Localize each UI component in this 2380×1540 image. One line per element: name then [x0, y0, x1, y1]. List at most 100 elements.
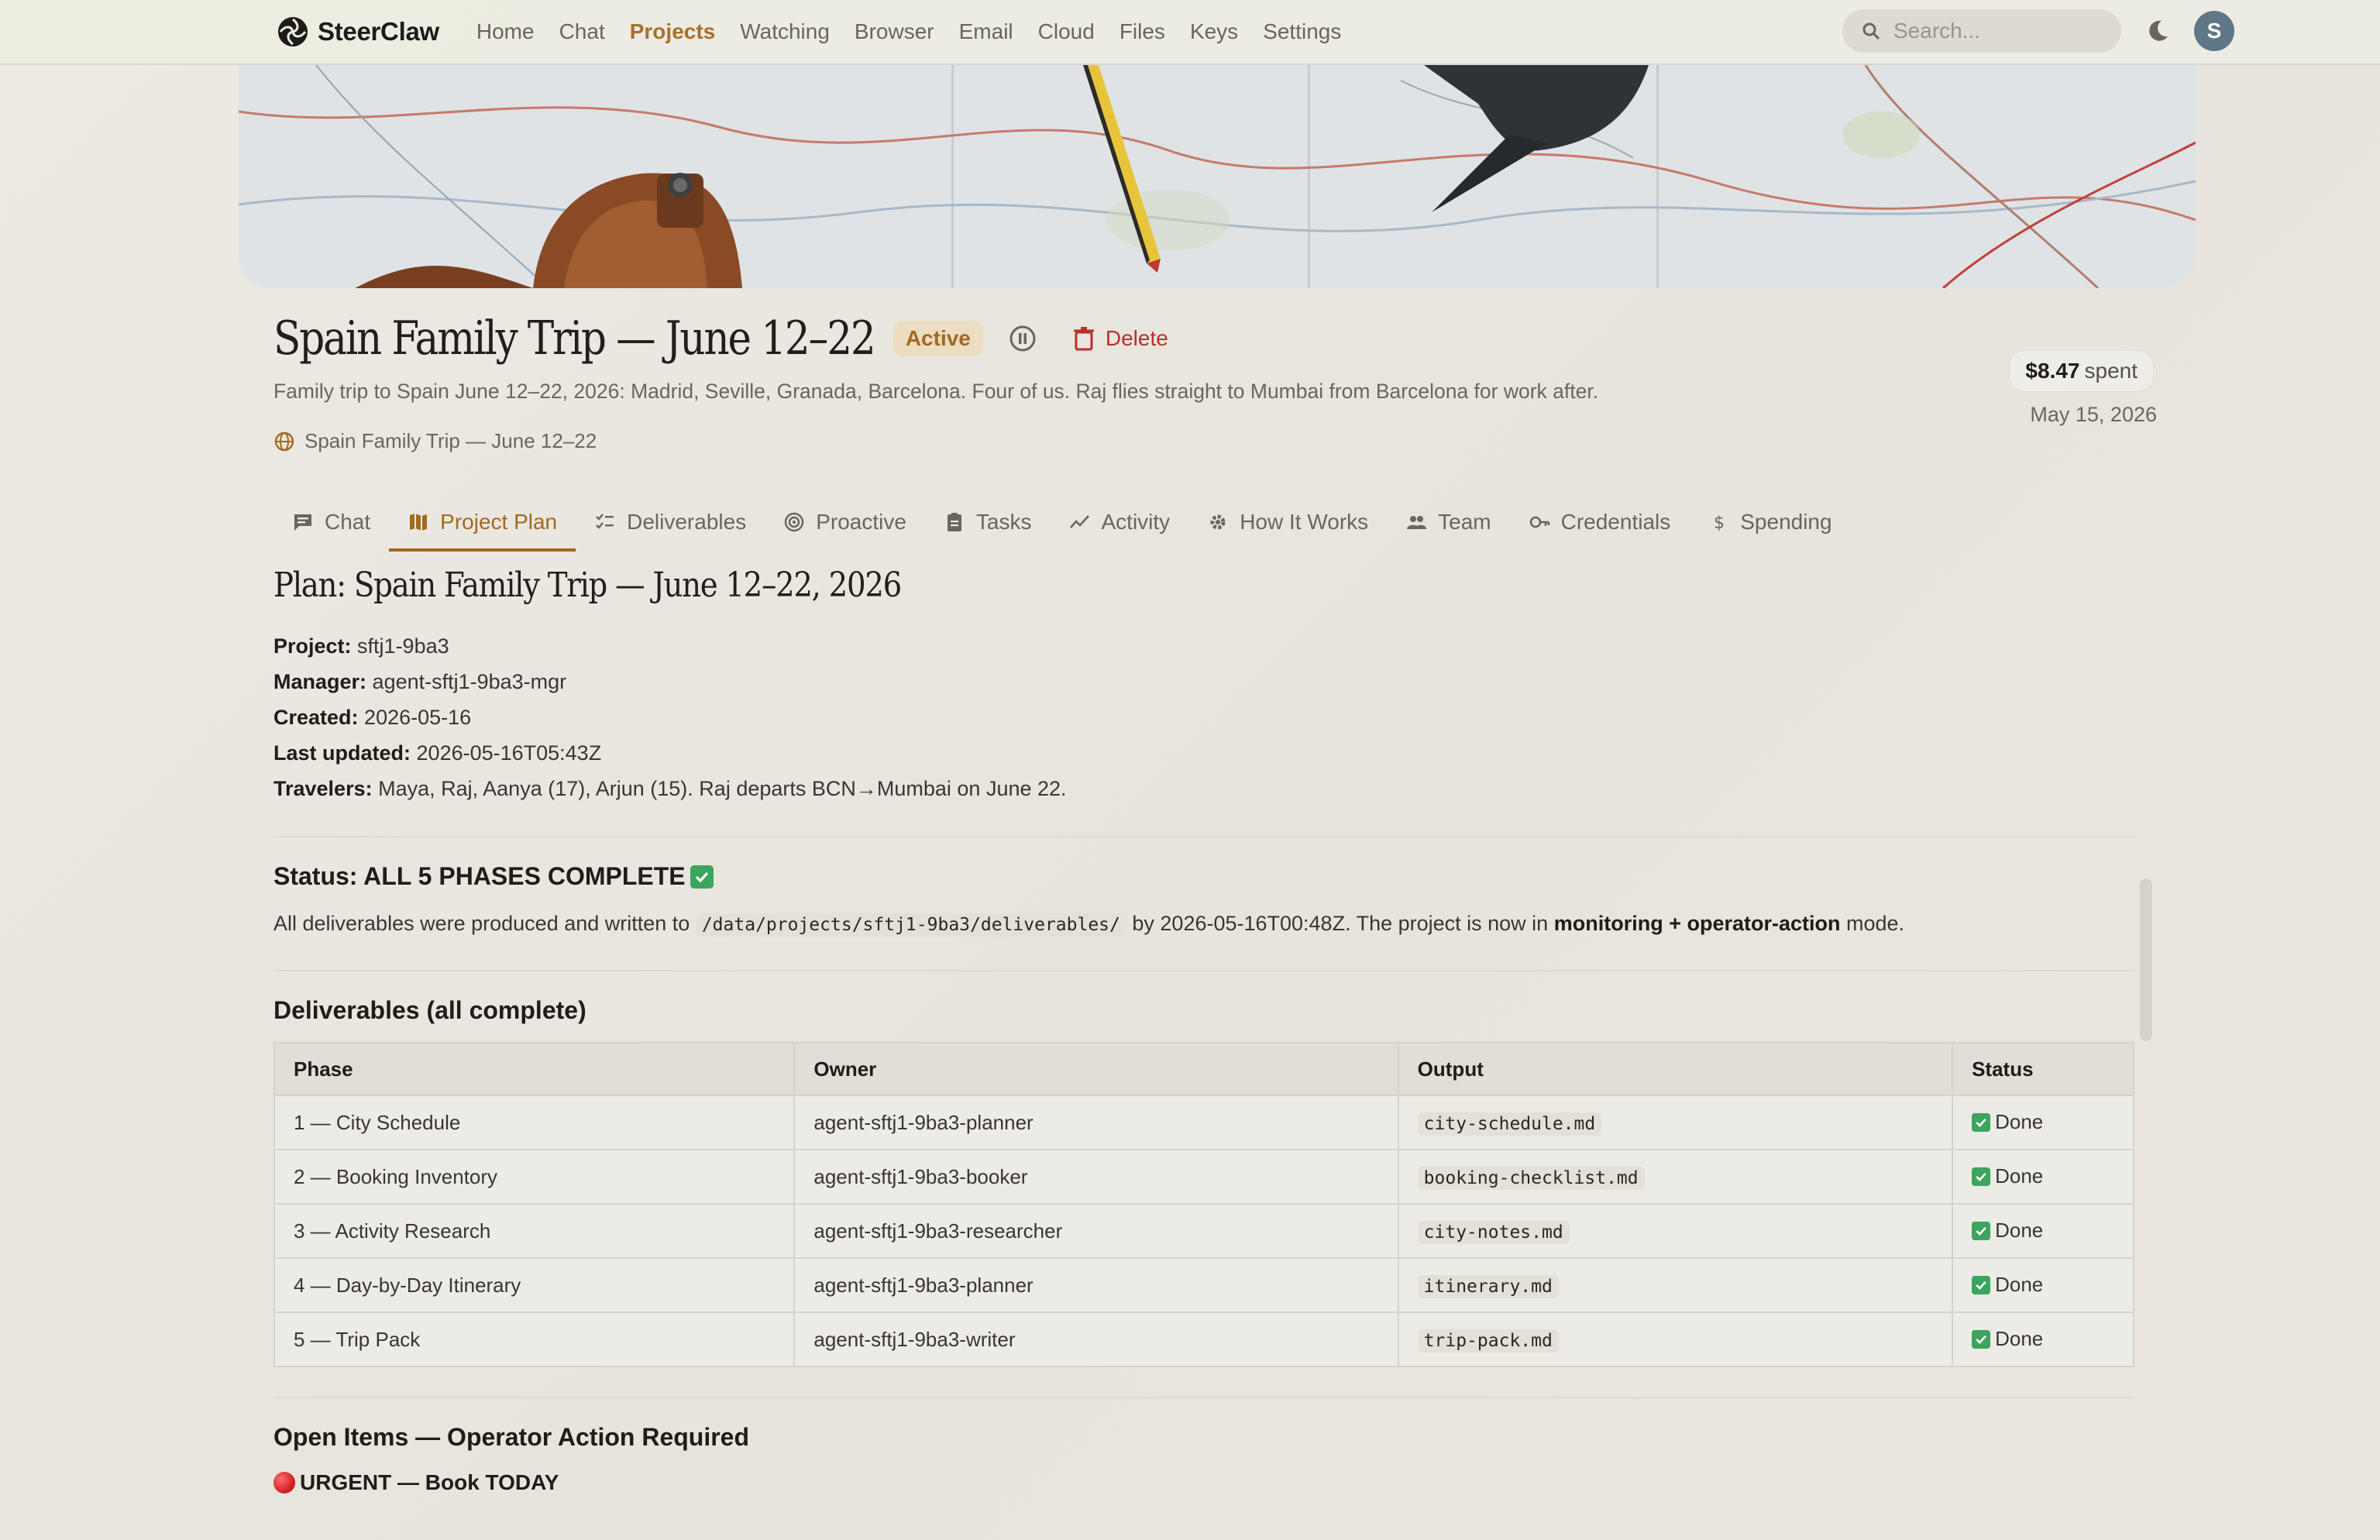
meta-line: Project: sftj1-9ba3 [273, 628, 2134, 664]
proactive-icon [785, 512, 804, 532]
status-paragraph: All deliverables were produced and writt… [273, 908, 2134, 940]
credentials-icon [1529, 516, 1549, 528]
pause-icon[interactable] [1008, 324, 1037, 353]
status-text: Done [1995, 1273, 2044, 1297]
status-badge: Active [892, 321, 983, 356]
tab-credentials[interactable]: Credentials [1510, 500, 1690, 552]
project-plan-icon [410, 514, 428, 531]
status-heading: Status: ALL 5 PHASES COMPLETE [273, 862, 2134, 891]
tab-label: How It Works [1240, 510, 1369, 534]
output-cell: city-schedule.md [1397, 1095, 1954, 1150]
deliverables-icon [596, 514, 614, 529]
project-header: Spain Family Trip — June 12–22 Active De… [273, 311, 1168, 366]
nav-links: Home Chat Projects Watching Browser Email Clou… [476, 19, 1341, 44]
nav-link-watching[interactable]: Watching [740, 19, 830, 44]
status-text: Done [1995, 1327, 2044, 1351]
table-row: 2 — Booking Inventory agent-sftj1-9ba3-bo… [273, 1149, 2134, 1205]
column-header: Status [1952, 1042, 2134, 1096]
plan-meta: Project: sftj1-9ba3 Manager: agent-sftj1-… [273, 628, 2134, 806]
top-navigation: SteerClaw Home Chat Projects Watching Browse… [0, 0, 2380, 65]
nav-link-browser[interactable]: Browser [855, 19, 934, 44]
status-text-3: mode. [1846, 912, 1905, 935]
meta-value: 2026-05-16T05:43Z [416, 741, 602, 765]
status-text: Done [1995, 1219, 2044, 1243]
meta-value: 2026-05-16 [364, 706, 472, 729]
tab-deliverables[interactable]: Deliverables [576, 500, 765, 552]
meta-key: Travelers: [273, 777, 373, 800]
red-circle-icon [273, 1472, 295, 1494]
nav-link-home[interactable]: Home [476, 19, 535, 44]
owner-cell: agent-sftj1-9ba3-writer [793, 1311, 1399, 1367]
nav-link-files[interactable]: Files [1119, 19, 1165, 44]
tab-activity[interactable]: Activity [1051, 500, 1189, 552]
tab-label: Team [1438, 510, 1491, 534]
plan-title: Plan: Spain Family Trip — June 12–22, 20… [273, 565, 902, 605]
map-illustration [239, 65, 2196, 288]
tab-how-it-works[interactable]: How It Works [1188, 500, 1387, 552]
brand-name: SteerClaw [318, 17, 439, 46]
meta-line: Created: 2026-05-16 [273, 700, 2134, 735]
avatar[interactable]: S [2194, 11, 2234, 51]
checkmark-icon [1972, 1221, 1991, 1240]
table-body: 1 — City Schedule agent-sftj1-9ba3-planne… [273, 1095, 2134, 1367]
hero-banner-image [239, 65, 2196, 288]
tab-label: Tasks [975, 510, 1032, 534]
column-header: Output [1397, 1042, 1954, 1096]
nav-link-settings[interactable]: Settings [1263, 19, 1341, 44]
tab-label: Spending [1740, 510, 1832, 534]
tab-label: Proactive [816, 510, 906, 534]
tab-spending[interactable]: $ Spending [1689, 500, 1850, 552]
tab-label: Project Plan [440, 510, 558, 534]
phase-cell: 4 — Day-by-Day Itinerary [273, 1257, 796, 1313]
divider [273, 836, 2134, 837]
tab-chat[interactable]: Chat [273, 500, 389, 552]
tab-bar: Chat Project Plan Deliverables Proactive Tas… [273, 500, 1851, 552]
status-value: Done [1972, 1327, 2043, 1351]
project-link[interactable]: Spain Family Trip — June 12–22 [273, 429, 597, 453]
activity-icon [1069, 515, 1089, 528]
meta-value: sftj1-9ba3 [357, 634, 449, 658]
status-text-2: by 2026-05-16T00:48Z. The project is now… [1132, 912, 1549, 935]
status-cell: Done [1952, 1095, 2134, 1150]
search-icon [1862, 22, 1880, 40]
status-text: Done [1995, 1110, 2044, 1134]
divider [273, 970, 2134, 971]
tab-proactive[interactable]: Proactive [765, 500, 925, 552]
scrollbar[interactable] [2140, 878, 2152, 1041]
tab-label: Activity [1101, 510, 1171, 534]
nav-link-chat[interactable]: Chat [559, 19, 605, 44]
status-heading-text: Status: ALL 5 PHASES COMPLETE [273, 862, 686, 890]
column-header: Phase [273, 1042, 796, 1096]
nav-link-keys[interactable]: Keys [1190, 19, 1238, 44]
output-filename: city-notes.md [1417, 1220, 1570, 1244]
globe-icon [274, 431, 294, 451]
status-value: Done [1972, 1110, 2043, 1134]
delete-button[interactable]: Delete [1073, 326, 1168, 351]
search-input[interactable] [1893, 19, 2095, 43]
tab-label: Credentials [1560, 510, 1671, 534]
how-it-works-icon [1210, 514, 1226, 530]
tab-label: Deliverables [627, 510, 747, 534]
tab-project-plan[interactable]: Project Plan [389, 500, 576, 552]
tab-team[interactable]: Team [1387, 500, 1509, 552]
output-filename: booking-checklist.md [1417, 1166, 1645, 1190]
nav-link-cloud[interactable]: Cloud [1038, 19, 1095, 44]
divider [273, 1397, 2134, 1398]
status-cell: Done [1952, 1149, 2134, 1205]
brand[interactable]: SteerClaw [276, 15, 439, 49]
status-text-1: All deliverables were produced and writt… [273, 912, 690, 935]
search-box[interactable] [1842, 9, 2121, 53]
tasks-icon [947, 513, 961, 531]
phase-cell: 5 — Trip Pack [273, 1311, 796, 1367]
tab-tasks[interactable]: Tasks [925, 500, 1051, 552]
owner-cell: agent-sftj1-9ba3-planner [793, 1095, 1399, 1150]
nav-right: S [1842, 9, 2234, 53]
plan-content: Plan: Spain Family Trip — June 12–22, 20… [273, 565, 2134, 1495]
table-header-row: Phase Owner Output Status [273, 1042, 2134, 1096]
deliverables-table: Phase Owner Output Status 1 — City Schedule… [273, 1042, 2134, 1367]
dark-mode-toggle-icon[interactable] [2144, 18, 2171, 44]
status-cell: Done [1952, 1203, 2134, 1259]
nav-link-projects[interactable]: Projects [630, 19, 716, 44]
nav-link-email[interactable]: Email [959, 19, 1013, 44]
delete-label: Delete [1105, 326, 1168, 350]
